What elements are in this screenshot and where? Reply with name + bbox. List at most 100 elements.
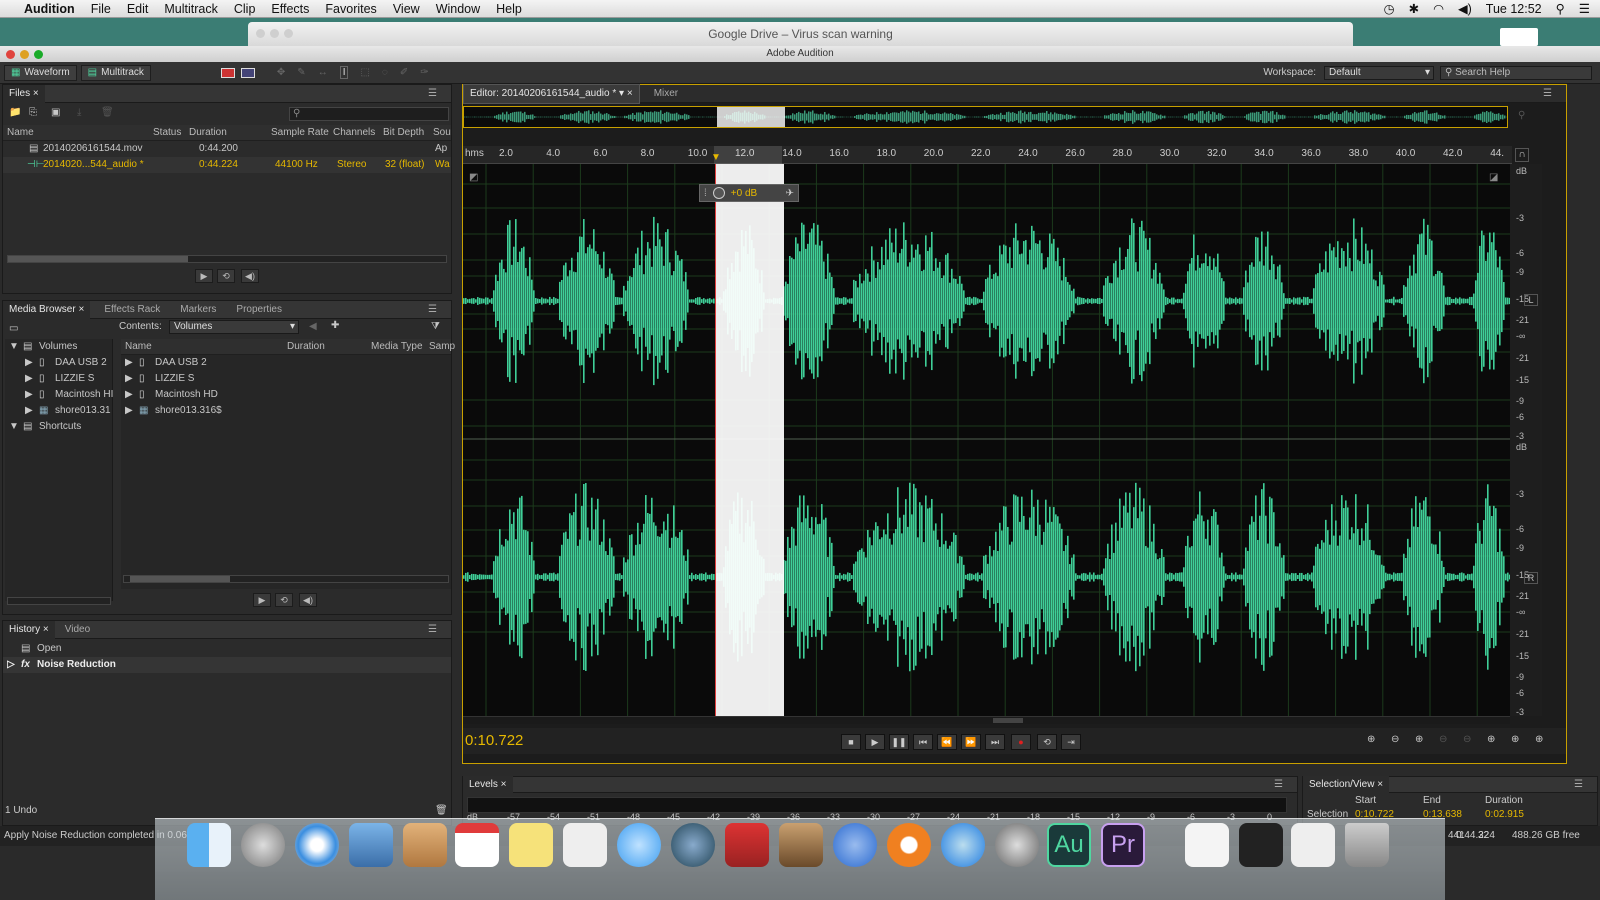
time-selection-tool-icon[interactable]: I xyxy=(339,66,349,79)
waveform-button[interactable]: ▦ Waveform xyxy=(4,64,77,81)
trash-icon[interactable]: 🗑 xyxy=(435,805,448,816)
menu-favorites[interactable]: Favorites xyxy=(317,0,384,18)
menu-help[interactable]: Help xyxy=(488,0,530,18)
skip-selection-icon[interactable]: ⇥ xyxy=(1061,734,1081,750)
itunes-icon[interactable] xyxy=(833,823,877,867)
files-search-input[interactable]: ⚲ xyxy=(289,107,449,121)
notification-center-icon[interactable]: ☰ xyxy=(1579,1,1590,16)
current-time-display[interactable]: 0:10.722 xyxy=(465,732,523,749)
menu-effects[interactable]: Effects xyxy=(263,0,317,18)
spectral-pitch-icon[interactable] xyxy=(240,67,255,78)
bg-zoom-icon[interactable] xyxy=(284,29,293,38)
table-row[interactable]: ⊣⊢ 2014020...544_audio * 0:44.224 44100 … xyxy=(3,157,451,173)
facetime-icon[interactable] xyxy=(671,823,715,867)
table-row[interactable]: ▤ 20140206161544.mov 0:44.200 Ap xyxy=(3,141,451,157)
zoom-icon[interactable] xyxy=(34,50,43,59)
ibooks-icon[interactable] xyxy=(887,823,931,867)
volume-knob-icon[interactable] xyxy=(712,187,725,199)
zoom-selection-icon[interactable]: ⊕ xyxy=(1535,734,1543,745)
contents-dropdown[interactable]: Volumes ▾ xyxy=(169,320,299,334)
zoom-out-time-icon[interactable]: ⊖ xyxy=(1439,734,1447,745)
import-file-icon[interactable]: ⎘ xyxy=(29,107,37,118)
files-scrollbar[interactable] xyxy=(7,255,447,263)
workspace-dropdown[interactable]: Default ▾ xyxy=(1324,65,1434,80)
tree-item[interactable]: ▶ ▯ DAA USB 2 xyxy=(5,355,112,371)
list-item[interactable]: ▶ ▯ LIZZIE S xyxy=(121,371,451,387)
loop-icon[interactable]: ⟲ xyxy=(275,593,293,607)
stop-icon[interactable]: ■ xyxy=(841,734,861,750)
panel-menu-icon[interactable]: ☰ xyxy=(428,304,451,315)
col-duration[interactable]: Duration xyxy=(189,125,227,141)
audition-dock-icon[interactable]: Au xyxy=(1047,823,1091,867)
overview-view-range[interactable] xyxy=(717,107,785,127)
tab-history[interactable]: History × xyxy=(3,620,55,639)
menu-multitrack[interactable]: Multitrack xyxy=(156,0,225,18)
zoom-out-full-icon[interactable]: ⊖ xyxy=(1463,734,1471,745)
zoom-out-point-icon[interactable]: ⊕ xyxy=(1511,734,1519,745)
previous-icon[interactable]: ⏮ xyxy=(913,734,933,750)
tab-markers[interactable]: Markers xyxy=(174,301,222,319)
loop-icon[interactable]: ⟲ xyxy=(217,269,235,283)
minimize-icon[interactable] xyxy=(20,50,29,59)
history-item[interactable]: ▷ fx Noise Reduction xyxy=(3,657,451,673)
lasso-tool-icon[interactable]: ◌ xyxy=(382,67,388,78)
clip-gain-icon[interactable]: ◩ xyxy=(469,172,478,183)
menu-window[interactable]: Window xyxy=(428,0,488,18)
applications-stack-icon[interactable] xyxy=(1291,823,1335,867)
panel-menu-icon[interactable]: ☰ xyxy=(1274,779,1297,790)
tab-files[interactable]: Files × xyxy=(3,84,45,103)
autoplay-icon[interactable]: ◀) xyxy=(299,593,317,607)
pause-icon[interactable]: ❚❚ xyxy=(889,734,909,750)
contacts-icon[interactable] xyxy=(403,823,447,867)
open-file-icon[interactable]: 📁 xyxy=(9,107,21,118)
marquee-tool-icon[interactable]: ⬚ xyxy=(360,67,369,78)
mail-icon[interactable] xyxy=(349,823,393,867)
razor-tool-icon[interactable]: ✎ xyxy=(297,67,305,78)
autoplay-icon[interactable]: ◀) xyxy=(241,269,259,283)
clip-gain-icon-right[interactable]: ◪ xyxy=(1489,172,1498,183)
downloads-stack-icon[interactable] xyxy=(1239,823,1283,867)
overview-navigator[interactable] xyxy=(463,106,1508,128)
app-store-icon[interactable] xyxy=(941,823,985,867)
wifi-icon[interactable]: ◠ xyxy=(1433,1,1444,16)
tree-item-shortcuts[interactable]: ▼ ▤ Shortcuts xyxy=(5,419,112,435)
safari-icon[interactable] xyxy=(295,823,339,867)
panel-menu-icon[interactable]: ☰ xyxy=(1543,88,1566,99)
pin-icon[interactable]: ✈ xyxy=(786,188,798,199)
volume-icon[interactable]: ◀) xyxy=(1458,1,1472,16)
notes-icon[interactable] xyxy=(509,823,553,867)
headphones-icon[interactable]: ∩ xyxy=(1515,148,1529,162)
system-preferences-icon[interactable] xyxy=(995,823,1039,867)
close-icon[interactable] xyxy=(6,50,15,59)
search-help-field[interactable]: ⚲ Search Help xyxy=(1440,65,1592,80)
tab-levels[interactable]: Levels × xyxy=(463,775,513,794)
waveform-display[interactable]: ⁞ +0 dB ✈ ◩ ◪ xyxy=(463,164,1510,716)
col-sample-rate[interactable]: Sample Rate xyxy=(271,125,329,141)
list-item[interactable]: ▶ ▯ DAA USB 2 xyxy=(121,355,451,371)
loop-playback-icon[interactable]: ⟲ xyxy=(1037,734,1057,750)
calendar-icon[interactable] xyxy=(455,823,499,867)
move-tool-icon[interactable]: ✥ xyxy=(277,67,285,78)
fast-forward-icon[interactable]: ⏩ xyxy=(961,734,981,750)
reminders-icon[interactable] xyxy=(563,823,607,867)
record-icon[interactable]: ● xyxy=(1011,734,1031,750)
panel-menu-icon[interactable]: ☰ xyxy=(428,624,451,635)
col-channels[interactable]: Channels xyxy=(333,125,375,141)
bg-minimize-icon[interactable] xyxy=(270,29,279,38)
zoom-in-amplitude-icon[interactable]: ⊕ xyxy=(1367,734,1375,745)
tree-item[interactable]: ▶ ▯ LIZZIE S xyxy=(5,371,112,387)
toggle-tree-icon[interactable]: ▭ xyxy=(9,323,18,334)
insert-icon[interactable]: ⤓ xyxy=(77,107,81,118)
col-status[interactable]: Status xyxy=(153,125,181,141)
play-icon[interactable]: ▶ xyxy=(195,269,213,283)
bg-close-icon[interactable] xyxy=(256,29,265,38)
col-bit-depth[interactable]: Bit Depth xyxy=(383,125,424,141)
photo-booth-icon[interactable] xyxy=(725,823,769,867)
new-file-icon[interactable]: ▣ xyxy=(51,107,60,118)
tab-selection-view[interactable]: Selection/View × xyxy=(1303,775,1390,794)
menu-clip[interactable]: Clip xyxy=(226,0,264,18)
zoom-in-time-icon[interactable]: ⊕ xyxy=(1415,734,1423,745)
tab-media-browser[interactable]: Media Browser × xyxy=(3,300,91,319)
filter-icon[interactable]: ⧩ xyxy=(431,321,440,332)
multitrack-button[interactable]: ▤ Multitrack xyxy=(80,64,151,81)
